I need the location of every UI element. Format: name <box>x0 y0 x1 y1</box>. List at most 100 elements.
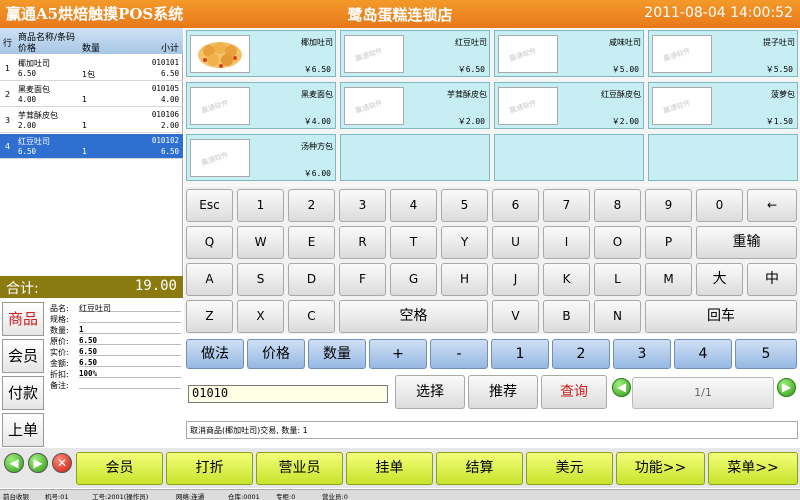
method-button[interactable]: 做法 <box>186 339 244 369</box>
query-button[interactable]: 查询 <box>541 375 607 409</box>
image-placeholder: 赢通软件 <box>344 35 404 73</box>
minus-button[interactable]: - <box>430 339 488 369</box>
num-2-button[interactable]: 2 <box>552 339 610 369</box>
key-7[interactable]: 7 <box>543 189 590 222</box>
key-chinese[interactable]: 中 <box>747 263 797 296</box>
key-2[interactable]: 2 <box>288 189 335 222</box>
key-d[interactable]: D <box>288 263 335 296</box>
functions-button[interactable]: 功能>> <box>616 452 705 485</box>
key-v[interactable]: V <box>492 300 539 333</box>
key-w[interactable]: W <box>237 226 284 259</box>
price-button[interactable]: 价格 <box>247 339 305 369</box>
key-i[interactable]: I <box>543 226 590 259</box>
detail-label: 折扣: <box>50 370 69 379</box>
key-esc[interactable]: Esc <box>186 189 233 222</box>
member-button[interactable]: 会员 <box>76 452 163 485</box>
tab-payment[interactable]: 付款 <box>2 376 44 410</box>
key-g[interactable]: G <box>390 263 437 296</box>
key-o[interactable]: O <box>594 226 641 259</box>
product-price: ￥6.50 <box>303 65 331 74</box>
detail-label: 备注: <box>50 381 69 390</box>
key-backspace[interactable]: ← <box>747 189 797 222</box>
key-n[interactable]: N <box>594 300 641 333</box>
order-row[interactable]: 3 芋茸酥皮包 010106 2.00 1 2.00 <box>0 108 183 133</box>
key-b[interactable]: B <box>543 300 590 333</box>
detail-label: 品名: <box>50 304 69 313</box>
plus-button[interactable]: + <box>369 339 427 369</box>
key-y[interactable]: Y <box>441 226 488 259</box>
product-tile[interactable]: 椰加吐司 ￥6.50 <box>186 30 336 77</box>
usd-button[interactable]: 美元 <box>526 452 613 485</box>
num-3-button[interactable]: 3 <box>613 339 671 369</box>
order-row-selected[interactable]: 4 红豆吐司 010102 6.50 1 6.50 <box>0 134 183 159</box>
num-4-button[interactable]: 4 <box>674 339 732 369</box>
key-e[interactable]: E <box>288 226 335 259</box>
close-icon[interactable]: ✕ <box>52 453 72 473</box>
key-enter[interactable]: 回车 <box>645 300 797 333</box>
key-r[interactable]: R <box>339 226 386 259</box>
key-k[interactable]: K <box>543 263 590 296</box>
key-t[interactable]: T <box>390 226 437 259</box>
select-button[interactable]: 选择 <box>395 375 465 409</box>
key-j[interactable]: J <box>492 263 539 296</box>
back-icon[interactable]: ◀ <box>4 453 24 473</box>
item-price: 6.50 <box>18 147 37 156</box>
key-reset[interactable]: 重输 <box>696 226 797 259</box>
product-tile[interactable]: 赢通软件 芋茸酥皮包 ￥2.00 <box>340 82 490 129</box>
quantity-button[interactable]: 数量 <box>308 339 366 369</box>
key-5[interactable]: 5 <box>441 189 488 222</box>
key-q[interactable]: Q <box>186 226 233 259</box>
key-f[interactable]: F <box>339 263 386 296</box>
product-tile[interactable]: 赢通软件 汤种方包 ￥6.00 <box>186 134 336 181</box>
recommend-button[interactable]: 推荐 <box>468 375 538 409</box>
key-c[interactable]: C <box>288 300 335 333</box>
product-tile[interactable]: 赢通软件 黑麦面包 ￥4.00 <box>186 82 336 129</box>
key-9[interactable]: 9 <box>645 189 692 222</box>
order-row[interactable]: 2 黑麦面包 010105 4.00 1 4.00 <box>0 82 183 107</box>
tab-product[interactable]: 商品 <box>2 302 44 336</box>
hold-order-button[interactable]: 挂单 <box>346 452 433 485</box>
salesperson-button[interactable]: 营业员 <box>256 452 343 485</box>
key-4[interactable]: 4 <box>390 189 437 222</box>
product-tile-empty[interactable] <box>340 134 490 181</box>
key-0[interactable]: 0 <box>696 189 743 222</box>
product-tile[interactable]: 赢通软件 菠萝包 ￥1.50 <box>648 82 798 129</box>
key-6[interactable]: 6 <box>492 189 539 222</box>
key-3[interactable]: 3 <box>339 189 386 222</box>
page-prev-icon[interactable]: ◀ <box>612 378 631 397</box>
forward-icon[interactable]: ▶ <box>28 453 48 473</box>
product-tile-empty[interactable] <box>648 134 798 181</box>
menu-button[interactable]: 菜单>> <box>708 452 798 485</box>
key-l[interactable]: L <box>594 263 641 296</box>
order-row[interactable]: 1 椰加吐司 010101 6.50 1包 6.50 <box>0 56 183 81</box>
tab-previous-order[interactable]: 上单 <box>2 413 44 447</box>
key-p[interactable]: P <box>645 226 692 259</box>
product-tile[interactable]: 赢通软件 红豆吐司 ￥6.50 <box>340 30 490 77</box>
product-tile[interactable]: 赢通软件 红豆酥皮包 ￥2.00 <box>494 82 644 129</box>
key-h[interactable]: H <box>441 263 488 296</box>
key-a[interactable]: A <box>186 263 233 296</box>
product-price: ￥6.00 <box>303 169 331 178</box>
key-uppercase[interactable]: 大 <box>696 263 743 296</box>
tab-member[interactable]: 会员 <box>2 339 44 373</box>
key-z[interactable]: Z <box>186 300 233 333</box>
product-tile[interactable]: 赢通软件 咸味吐司 ￥5.00 <box>494 30 644 77</box>
page-next-icon[interactable]: ▶ <box>777 378 796 397</box>
product-price: ￥1.50 <box>765 117 793 126</box>
key-space[interactable]: 空格 <box>339 300 488 333</box>
item-subtotal: 6.50 <box>160 69 179 78</box>
key-1[interactable]: 1 <box>237 189 284 222</box>
key-m[interactable]: M <box>645 263 692 296</box>
key-x[interactable]: X <box>237 300 284 333</box>
key-s[interactable]: S <box>237 263 284 296</box>
product-tile[interactable]: 赢通软件 提子吐司 ￥5.50 <box>648 30 798 77</box>
key-8[interactable]: 8 <box>594 189 641 222</box>
product-name: 咸味吐司 <box>609 38 641 47</box>
num-1-button[interactable]: 1 <box>491 339 549 369</box>
num-5-button[interactable]: 5 <box>735 339 797 369</box>
barcode-input[interactable]: 01010 <box>188 385 388 403</box>
checkout-button[interactable]: 结算 <box>436 452 523 485</box>
product-tile-empty[interactable] <box>494 134 644 181</box>
key-u[interactable]: U <box>492 226 539 259</box>
discount-button[interactable]: 打折 <box>166 452 253 485</box>
